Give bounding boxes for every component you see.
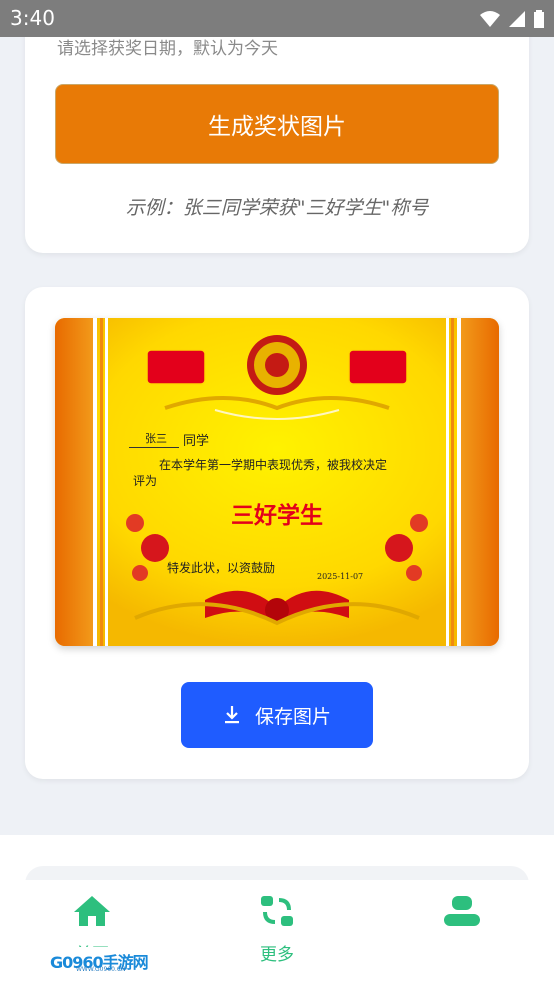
refresh-icon [261, 896, 293, 926]
certificate-background [55, 318, 499, 646]
tab-more-label: 更多 [260, 945, 294, 965]
watermark-logo: G0960手游网 WWW.G0960.CN [48, 947, 158, 975]
watermark-url: WWW.G0960.CN [76, 966, 126, 973]
home-icon [74, 896, 110, 926]
certificate-body-line1: 在本学年第一学期中表现优秀，被我校决定 [159, 458, 388, 472]
certificate-name-underline [129, 447, 179, 448]
save-image-label: 保存图片 [254, 705, 331, 728]
emblem-icon [247, 335, 307, 395]
certificate-body-line2: 评为 [133, 474, 158, 488]
certificate-closing: 特发此状，以资鼓励 [167, 561, 276, 575]
certificate-preview-card: 张三 同学 在本学年第一学期中表现优秀，被我校决定 评为 三好学生 特发此状，以… [25, 287, 529, 779]
save-image-button[interactable]: 保存图片 [181, 682, 373, 748]
status-time: 3:40 [10, 6, 55, 30]
certificate-name: 张三 [145, 432, 167, 445]
tab-more[interactable]: 更多 [217, 894, 337, 965]
wifi-icon [479, 10, 500, 27]
tab-profile[interactable] [402, 894, 522, 940]
date-hint: 请选择获奖日期，默认为今天 [57, 39, 278, 59]
signal-icon [508, 10, 525, 27]
award-form-card: 请选择获奖日期，默认为今天 生成奖状图片 示例：张三同学荣获"三好学生"称号 [25, 0, 529, 253]
certificate-award-title: 三好学生 [231, 502, 323, 529]
example-text: 示例：张三同学荣获"三好学生"称号 [125, 197, 429, 219]
download-icon [224, 706, 239, 724]
certificate-date: 2025-11-07 [317, 572, 364, 581]
certificate-classmate: 同学 [183, 434, 210, 449]
status-icons [476, 8, 544, 28]
battery-icon [534, 9, 544, 28]
user-icon [444, 896, 480, 926]
generate-certificate-button[interactable]: 生成奖状图片 [55, 84, 499, 164]
status-bar: 3:40 [0, 0, 554, 37]
certificate-image: 张三 同学 在本学年第一学期中表现优秀，被我校决定 评为 三好学生 特发此状，以… [55, 318, 499, 646]
